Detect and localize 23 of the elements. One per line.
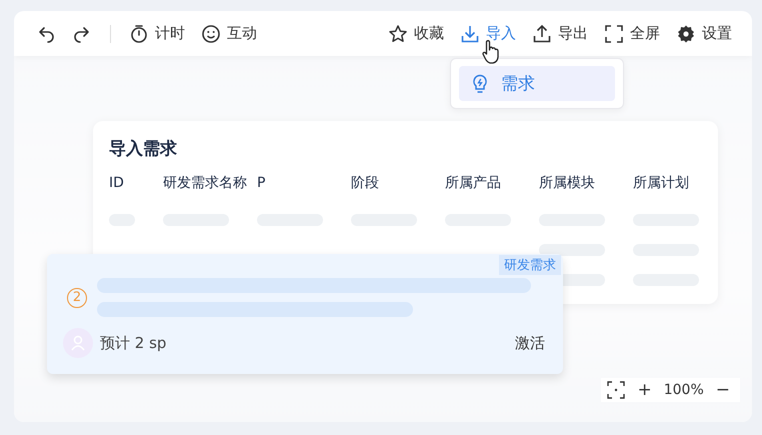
priority-badge: 2 — [67, 288, 87, 308]
import-button[interactable]: 导入 — [454, 20, 522, 48]
timer-button[interactable]: 计时 — [123, 20, 191, 48]
column-header: 阶段 — [351, 174, 380, 192]
panel-title: 导入需求 — [109, 138, 178, 160]
zoom-level: 100% — [664, 382, 704, 398]
settings-button[interactable]: 设置 — [670, 20, 738, 48]
menu-item[interactable]: 需求 — [459, 66, 615, 101]
column-header: P — [257, 175, 266, 191]
interact-button[interactable]: 互动 — [195, 20, 263, 48]
column-header: 所属计划 — [633, 174, 690, 192]
status-text: 激活 — [515, 334, 545, 352]
export-button[interactable]: 导出 — [526, 20, 594, 48]
estimate-text: 预计 2 sp — [100, 334, 166, 352]
zoom-in-button[interactable]: + — [633, 380, 656, 400]
column-header: 所属模块 — [539, 174, 596, 192]
column-header: 研发需求名称 — [163, 174, 248, 192]
column-header: ID — [109, 175, 125, 191]
star-button[interactable]: 收藏 — [382, 20, 450, 48]
zoom-out-button[interactable]: − — [712, 380, 734, 400]
column-header: 所属产品 — [445, 174, 502, 192]
fullscreen-button[interactable]: 全屏 — [598, 20, 666, 48]
type-tag: 研发需求 — [499, 255, 561, 275]
